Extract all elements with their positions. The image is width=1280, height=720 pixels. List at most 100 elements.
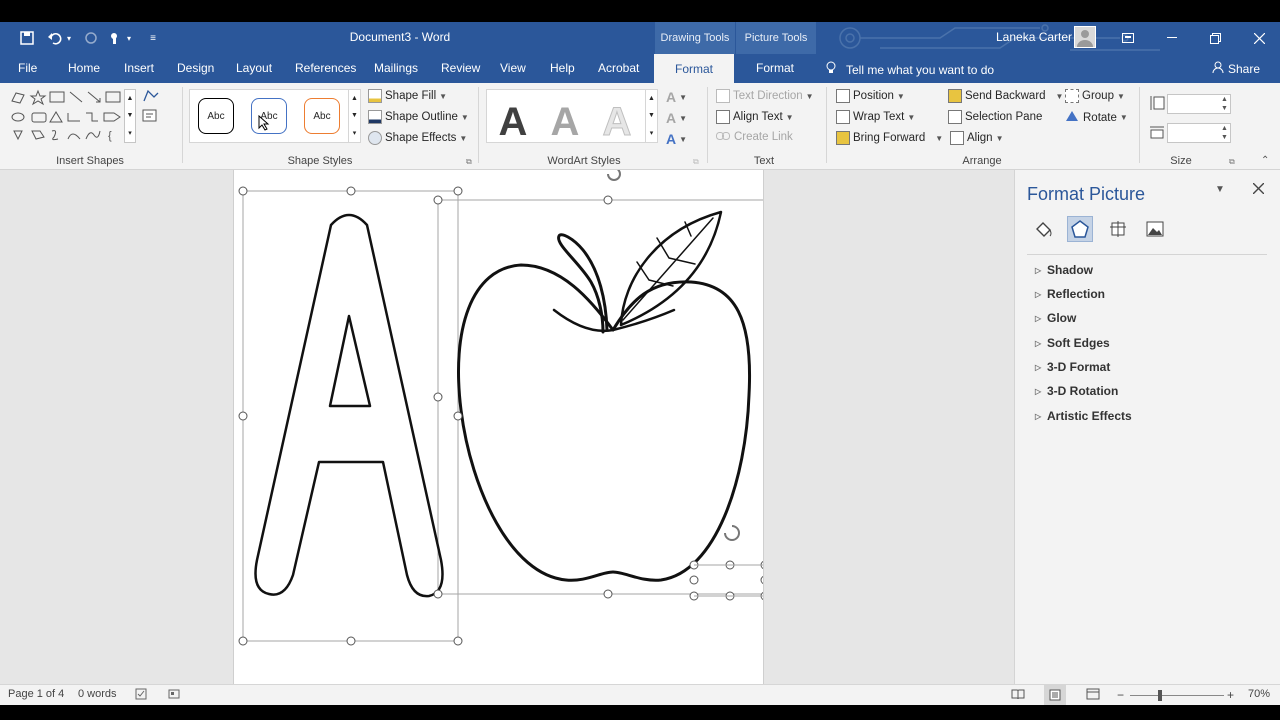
section-artistic-effects[interactable]: ▷ Artistic Effects (1035, 409, 1132, 423)
zoom-in-icon[interactable]: + (1227, 688, 1234, 702)
shape-fill-button[interactable]: Shape Fill ▼ (368, 89, 447, 103)
tab-references[interactable]: References (295, 61, 356, 75)
web-layout-icon[interactable] (1086, 688, 1100, 703)
wordart-style-1[interactable]: A (491, 100, 535, 145)
tab-mailings[interactable]: Mailings (374, 61, 418, 75)
save-icon[interactable] (18, 30, 36, 46)
tab-review[interactable]: Review (441, 61, 480, 75)
height-spinner[interactable]: ▲ ▼ (1221, 95, 1228, 113)
tab-format-drawing[interactable]: Format (654, 54, 734, 83)
dialog-launcher-icon[interactable]: ⧉ (1229, 157, 1235, 167)
collapse-ribbon-icon[interactable]: ⌃ (1261, 155, 1269, 166)
letter-a-shape[interactable] (254, 213, 444, 598)
align-text-button[interactable]: Align Text ▼ (716, 110, 794, 124)
tab-format-picture[interactable]: Format (756, 61, 794, 75)
group-button[interactable]: Group ▼ (1065, 89, 1125, 103)
text-effects-icon[interactable]: A ▼ (666, 131, 687, 147)
tab-view[interactable]: View (500, 61, 526, 75)
tab-insert[interactable]: Insert (124, 61, 154, 75)
macro-recording-icon[interactable] (168, 688, 180, 703)
more-icon[interactable]: ▾ (353, 129, 357, 137)
shapes-gallery-scroll[interactable]: ▲ ▼ ▾ (124, 89, 136, 143)
width-spinner[interactable]: ▲ ▼ (1221, 124, 1228, 142)
scroll-down-icon[interactable]: ▼ (351, 112, 358, 119)
selection-handles[interactable] (238, 186, 764, 646)
share-button[interactable]: Share (1212, 61, 1260, 76)
close-window-icon[interactable] (1249, 28, 1269, 48)
text-outline-icon[interactable]: A ▼ (666, 110, 687, 126)
shapes-gallery[interactable]: { (10, 89, 130, 145)
dialog-launcher-icon[interactable]: ⧉ (466, 157, 472, 167)
wordart-style-3[interactable]: A (595, 100, 639, 145)
shape-style-3[interactable]: Abc (304, 98, 340, 134)
dialog-launcher-icon[interactable]: ⧉ (693, 157, 699, 167)
layout-properties-icon[interactable] (1105, 216, 1131, 242)
pane-options-icon[interactable]: ▼ (1215, 184, 1225, 195)
print-layout-icon[interactable] (1044, 685, 1066, 705)
tab-file[interactable]: File (18, 61, 37, 75)
draw-text-box-icon[interactable] (142, 109, 158, 126)
more-icon[interactable]: ▾ (650, 129, 654, 137)
shape-style-1[interactable]: Abc (198, 98, 234, 134)
user-name[interactable]: Laneka Carter (996, 30, 1072, 44)
redo-icon[interactable] (82, 30, 100, 46)
touch-mode-icon[interactable] (106, 30, 124, 46)
word-count[interactable]: 0 words (78, 688, 117, 700)
wrap-text-button[interactable]: Wrap Text ▼ (836, 110, 915, 124)
proofing-icon[interactable] (135, 688, 147, 703)
position-button[interactable]: Position ▼ (836, 89, 905, 103)
fill-line-icon[interactable] (1030, 216, 1056, 242)
section-glow[interactable]: ▷ Glow (1035, 311, 1076, 325)
wordart-scroll[interactable]: ▲ ▼ ▾ (645, 90, 657, 142)
tab-design[interactable]: Design (177, 61, 214, 75)
customize-qat-icon[interactable]: ≡ (144, 30, 162, 46)
minimize-icon[interactable] (1162, 28, 1182, 48)
shape-styles-scroll[interactable]: ▲ ▼ ▾ (348, 90, 360, 142)
selection-pane-button[interactable]: Selection Pane (948, 110, 1042, 124)
undo-dropdown-icon[interactable]: ▾ (64, 30, 74, 46)
tab-acrobat[interactable]: Acrobat (598, 61, 639, 75)
touch-dropdown-icon[interactable]: ▾ (124, 30, 134, 46)
scroll-up-icon[interactable]: ▲ (648, 95, 655, 102)
section-shadow[interactable]: ▷ Shadow (1035, 263, 1093, 277)
wordart-style-2[interactable]: A (543, 100, 587, 145)
section-soft-edges[interactable]: ▷ Soft Edges (1035, 336, 1110, 350)
ribbon-display-options-icon[interactable] (1118, 28, 1138, 48)
effects-icon[interactable] (1067, 216, 1093, 242)
document-page[interactable] (233, 170, 764, 684)
section-3d-format[interactable]: ▷ 3-D Format (1035, 360, 1110, 374)
section-reflection[interactable]: ▷ Reflection (1035, 287, 1105, 301)
shape-effects-button[interactable]: Shape Effects ▼ (368, 131, 467, 145)
rotate-button[interactable]: Rotate ▼ (1065, 110, 1128, 125)
zoom-slider[interactable] (1130, 695, 1224, 696)
text-fill-icon[interactable]: A ▼ (666, 89, 687, 105)
zoom-level[interactable]: 70% (1248, 688, 1270, 700)
create-link-button[interactable]: Create Link (716, 131, 793, 143)
scroll-down-icon[interactable]: ▼ (648, 112, 655, 119)
align-button[interactable]: Align ▼ (950, 131, 1004, 145)
avatar[interactable] (1074, 26, 1096, 48)
zoom-slider-thumb[interactable] (1158, 690, 1162, 701)
shape-outline-button[interactable]: Shape Outline ▼ (368, 110, 469, 124)
zoom-out-icon[interactable]: − (1117, 688, 1124, 702)
scroll-down-icon[interactable]: ▼ (127, 112, 134, 119)
bring-forward-button[interactable]: Bring Forward ▼ (836, 131, 943, 145)
apple-shape[interactable] (457, 210, 752, 582)
section-3d-rotation[interactable]: ▷ 3-D Rotation (1035, 384, 1118, 398)
read-mode-icon[interactable] (1011, 688, 1025, 703)
tab-home[interactable]: Home (68, 61, 100, 75)
scroll-up-icon[interactable]: ▲ (127, 95, 134, 102)
tab-layout[interactable]: Layout (236, 61, 272, 75)
send-backward-button[interactable]: Send Backward ▼ (948, 89, 1063, 103)
tell-me-box[interactable]: Tell me what you want to do (826, 61, 994, 77)
edit-shape-icon[interactable] (142, 89, 162, 106)
rotate-handle-icon[interactable] (607, 170, 740, 541)
undo-icon[interactable] (46, 30, 64, 46)
scroll-up-icon[interactable]: ▲ (351, 95, 358, 102)
picture-icon[interactable] (1142, 216, 1168, 242)
text-direction-button[interactable]: Text Direction ▼ (716, 89, 814, 103)
letter-image-frame[interactable] (242, 190, 459, 642)
page-indicator[interactable]: Page 1 of 4 (8, 688, 64, 700)
restore-icon[interactable] (1205, 28, 1225, 48)
tab-help[interactable]: Help (550, 61, 575, 75)
